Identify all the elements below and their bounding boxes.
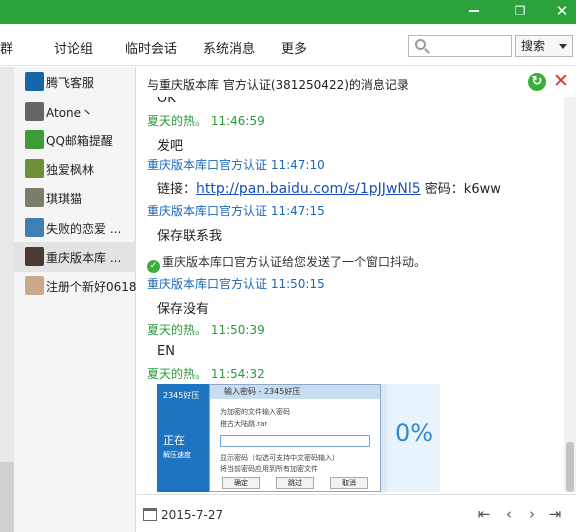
tab-groups[interactable]: 群 bbox=[0, 38, 13, 57]
restore-button[interactable]: ❐ bbox=[512, 4, 528, 18]
system-notice: ✓ 重庆版本库口官方认证给您发送了一个窗口抖动。 bbox=[147, 253, 426, 273]
contact-name: 琪琪猫 bbox=[46, 192, 83, 206]
tab-more[interactable]: 更多 bbox=[281, 38, 307, 57]
avatar bbox=[25, 276, 44, 295]
minimize-icon bbox=[469, 10, 479, 12]
message-sender: 夏天的热。 11:50:39 bbox=[147, 323, 265, 337]
image-attachment[interactable]: 2345好压 正在 解压速度 0% 输入密码 - 2345好压 为加密的文件输入… bbox=[157, 384, 440, 492]
history-date: 2015-7-27 bbox=[161, 508, 224, 522]
contact-list: 腾飞客服 Atone丶 QQ邮箱提醒 独爱枫林 琪琪猫 失败的恋爱 ... 重庆… bbox=[14, 67, 137, 532]
search-input[interactable] bbox=[408, 35, 512, 57]
avatar bbox=[25, 218, 44, 237]
page-title: 与重庆版本库 官方认证(381250422)的消息记录 bbox=[147, 78, 409, 92]
contact-item[interactable]: 琪琪猫 bbox=[14, 183, 136, 213]
close-icon[interactable]: ✕ bbox=[552, 71, 570, 91]
message-sender: 夏天的热。 11:54:32 bbox=[147, 367, 265, 381]
prev-page-icon[interactable]: ‹ bbox=[501, 505, 517, 523]
message-scrollbar[interactable] bbox=[564, 97, 576, 492]
close-window-button[interactable]: ✕ bbox=[554, 3, 570, 19]
message-manager-navbar: 群 讨论组 临时会话 系统消息 更多 搜索 bbox=[0, 24, 576, 66]
tab-system-messages[interactable]: 系统消息 bbox=[203, 38, 255, 57]
attachment-cancel-button: 取消 bbox=[330, 477, 368, 489]
contact-name: 腾飞客服 bbox=[46, 76, 95, 90]
attachment-option2: 将当前密码应用到所有加密文件 bbox=[220, 465, 318, 473]
attachment-ok-button: 确定 bbox=[222, 477, 260, 489]
message-body: 链接：http://pan.baidu.com/s/1pJJwNl5 密码：k6… bbox=[157, 178, 501, 197]
message-body: 发吧 bbox=[157, 139, 184, 154]
contact-item[interactable]: 注册个新好0618 bbox=[14, 271, 137, 301]
share-link[interactable]: http://pan.baidu.com/s/1pJJwNl5 bbox=[196, 181, 421, 197]
link-prefix: 链接： bbox=[157, 182, 197, 197]
last-page-icon[interactable]: ⇥ bbox=[547, 505, 563, 523]
avatar bbox=[25, 72, 44, 91]
message-sender: 重庆版本库口官方认证 11:47:10 bbox=[147, 158, 325, 172]
check-icon: ✓ bbox=[147, 260, 160, 273]
avatar bbox=[25, 159, 44, 178]
avatar bbox=[25, 130, 44, 149]
contact-item[interactable]: 失败的恋爱 ... bbox=[14, 213, 136, 243]
first-page-icon[interactable]: ⇤ bbox=[476, 505, 492, 523]
title-bar: ❐ ✕ bbox=[0, 0, 576, 24]
attachment-left-title: 正在 bbox=[163, 434, 185, 447]
attachment-line2: 搭古大陆跳.rar bbox=[220, 420, 268, 428]
contact-name: 失败的恋爱 ... bbox=[46, 222, 122, 236]
avatar bbox=[25, 247, 44, 266]
attachment-percent: 0% bbox=[395, 419, 434, 447]
contact-item[interactable]: Atone丶 bbox=[14, 97, 136, 127]
system-notice-text: 重庆版本库口官方认证给您发送了一个窗口抖动。 bbox=[162, 255, 427, 269]
calendar-icon[interactable] bbox=[143, 508, 157, 521]
attachment-line1: 为加密的文件输入密码 bbox=[220, 408, 290, 416]
contact-name: 独爱枫林 bbox=[46, 163, 95, 177]
contact-item[interactable]: 独爱枫林 bbox=[14, 154, 136, 184]
tab-temp-sessions[interactable]: 临时会话 bbox=[125, 38, 177, 57]
next-page-icon[interactable]: › bbox=[524, 505, 540, 523]
message-history-pane: 与重庆版本库 官方认证(381250422)的消息记录 ↻ ✕ OK 夏天的热。… bbox=[137, 67, 576, 532]
message-sender: 夏天的热。 11:46:59 bbox=[147, 114, 265, 128]
contact-name: QQ邮箱提醒 bbox=[46, 134, 113, 148]
message-body: 保存没有 bbox=[157, 302, 210, 317]
refresh-icon[interactable]: ↻ bbox=[528, 73, 546, 91]
contact-item[interactable]: 腾飞客服 bbox=[14, 67, 136, 97]
minimize-button[interactable] bbox=[466, 4, 482, 18]
search-button-label: 搜索 bbox=[521, 39, 546, 53]
attachment-option1: 显示密码（勾选可支持中文密码输入） bbox=[220, 454, 339, 462]
attachment-dialog: 输入密码 - 2345好压 为加密的文件输入密码 搭古大陆跳.rar 显示密码（… bbox=[209, 384, 381, 492]
left-panel-strip bbox=[0, 67, 14, 532]
message-body: OK bbox=[157, 97, 176, 106]
message-list[interactable]: OK 夏天的热。 11:46:59 发吧 重庆版本库口官方认证 11:47:10… bbox=[137, 97, 576, 492]
attachment-logo-text: 2345好压 bbox=[163, 391, 200, 400]
message-body: EN bbox=[157, 344, 175, 359]
contact-name: 注册个新好0618 bbox=[46, 280, 137, 294]
search-icon bbox=[415, 39, 426, 50]
contact-item[interactable]: 重庆版本库 ... bbox=[14, 242, 136, 272]
attachment-password-field bbox=[220, 435, 370, 447]
avatar bbox=[25, 188, 44, 207]
avatar bbox=[25, 102, 44, 121]
contact-item[interactable]: QQ邮箱提醒 bbox=[14, 125, 136, 155]
message-body: 保存联系我 bbox=[157, 229, 223, 244]
contact-name: Atone丶 bbox=[46, 106, 94, 120]
attachment-dialog-title: 输入密码 - 2345好压 bbox=[210, 385, 380, 399]
message-sender: 重庆版本库口官方认证 11:50:15 bbox=[147, 277, 325, 291]
chevron-down-icon bbox=[559, 44, 567, 49]
search-button[interactable]: 搜索 bbox=[515, 35, 573, 57]
contact-name: 重庆版本库 ... bbox=[46, 251, 122, 265]
attachment-skip-button: 跳过 bbox=[276, 477, 314, 489]
tab-discussion-groups[interactable]: 讨论组 bbox=[54, 38, 93, 57]
attachment-left-sub: 解压速度 bbox=[163, 451, 191, 459]
link-suffix: 密码：k6ww bbox=[420, 182, 501, 197]
chat-header: 与重庆版本库 官方认证(381250422)的消息记录 ↻ ✕ bbox=[137, 67, 576, 97]
history-footer: 2015-7-27 ⇤ ‹ › ⇥ bbox=[137, 494, 576, 532]
message-sender: 重庆版本库口官方认证 11:47:15 bbox=[147, 204, 325, 218]
scrollbar-thumb[interactable] bbox=[566, 442, 574, 492]
